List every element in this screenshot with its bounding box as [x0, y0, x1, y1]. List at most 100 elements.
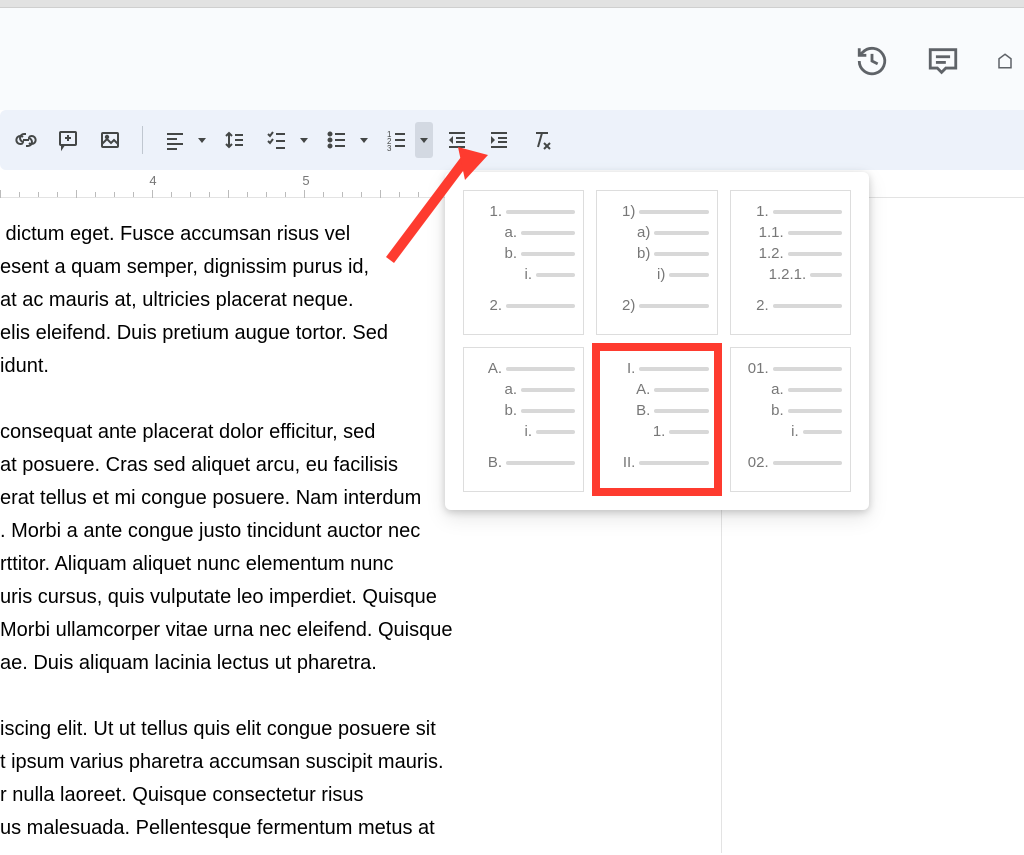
preset-line-placeholder	[773, 461, 842, 465]
preset-line-placeholder	[536, 273, 575, 277]
numbered-list-split-button[interactable]: 1 2 3	[379, 122, 433, 158]
preset-line-placeholder	[788, 231, 842, 235]
text-line[interactable]: uris cursus, quis vulputate leo imperdie…	[0, 581, 1024, 614]
preset-line-placeholder	[521, 388, 575, 392]
add-comment-button[interactable]	[50, 122, 86, 158]
preset-line-placeholder	[773, 304, 842, 308]
preset-level-label: 01.	[739, 360, 769, 377]
preset-level-label: i.	[502, 266, 532, 283]
line-spacing-icon	[223, 128, 247, 152]
text-line[interactable]: r nulla laoreet. Quisque consectetur ris…	[0, 779, 1024, 812]
share-partial-icon	[996, 44, 1014, 78]
align-icon	[163, 128, 187, 152]
checklist-icon	[265, 128, 289, 152]
align-split-button[interactable]	[157, 122, 211, 158]
image-icon	[98, 128, 122, 152]
share-partial-button[interactable]	[996, 43, 1014, 79]
preset-level-label: i)	[635, 266, 665, 283]
checklist-caret[interactable]	[295, 122, 313, 158]
preset-level-label: i.	[769, 423, 799, 440]
comments-icon	[926, 44, 960, 78]
preset-level-label: 1.2.	[754, 245, 784, 262]
svg-text:3: 3	[387, 144, 392, 152]
numbered-list-presets-panel: 1.a.b.i.2.1)a)b)i)2)1.1.1.1.2.1.2.1.2.A.…	[445, 172, 869, 510]
preset-level-label: 1.	[472, 203, 502, 220]
list-preset-preset-A-a-i[interactable]: A.a.b.i.B.	[463, 347, 584, 492]
history-button[interactable]	[854, 43, 890, 79]
preset-line-placeholder	[639, 461, 708, 465]
preset-level-label: B.	[620, 402, 650, 419]
bulleted-caret[interactable]	[355, 122, 373, 158]
preset-level-label: 1.	[635, 423, 665, 440]
preset-line-placeholder	[788, 252, 842, 256]
numbered-list-icon: 1 2 3	[385, 128, 409, 152]
preset-line-placeholder	[788, 409, 842, 413]
text-line[interactable]: Morbi ullamcorper vitae urna nec eleifen…	[0, 614, 1024, 647]
preset-level-label: b.	[754, 402, 784, 419]
decrease-indent-button[interactable]	[439, 122, 475, 158]
preset-line-placeholder	[654, 231, 708, 235]
chrome-top-strip	[0, 0, 1024, 8]
increase-indent-button[interactable]	[481, 122, 517, 158]
preset-line-placeholder	[654, 252, 708, 256]
text-line[interactable]	[0, 680, 1024, 713]
caret-down-icon	[360, 138, 368, 143]
preset-line-placeholder	[639, 304, 708, 308]
preset-line-placeholder	[506, 367, 575, 371]
caret-down-icon	[420, 138, 428, 143]
text-line[interactable]: rttitor. Aliquam aliquet nunc elementum …	[0, 548, 1024, 581]
bulleted-list-split-button[interactable]	[319, 122, 373, 158]
list-preset-preset-legal[interactable]: 1.1.1.1.2.1.2.1.2.	[730, 190, 851, 335]
preset-level-label: A.	[472, 360, 502, 377]
ruler-label: 5	[302, 173, 309, 188]
line-spacing-button[interactable]	[217, 122, 253, 158]
numbered-list-dropdown-caret[interactable]	[415, 122, 433, 158]
preset-level-label: A.	[620, 381, 650, 398]
preset-line-placeholder	[669, 430, 708, 434]
comments-button[interactable]	[925, 43, 961, 79]
list-preset-preset-1-a-i[interactable]: 1.a.b.i.2.	[463, 190, 584, 335]
align-caret[interactable]	[193, 122, 211, 158]
preset-level-label: b.	[487, 245, 517, 262]
formatting-toolbar: 1 2 3	[0, 110, 1024, 170]
insert-image-button[interactable]	[92, 122, 128, 158]
preset-line-placeholder	[788, 388, 842, 392]
preset-level-label: i.	[502, 423, 532, 440]
preset-line-placeholder	[536, 430, 575, 434]
preset-line-placeholder	[810, 273, 842, 277]
preset-line-placeholder	[654, 409, 708, 413]
preset-line-placeholder	[506, 461, 575, 465]
preset-level-label: 1)	[605, 203, 635, 220]
increase-indent-icon	[487, 128, 511, 152]
preset-level-label: 1.2.1.	[769, 266, 807, 283]
preset-line-placeholder	[803, 430, 842, 434]
preset-line-placeholder	[521, 231, 575, 235]
list-preset-preset-01[interactable]: 01.a.b.i.02.	[730, 347, 851, 492]
preset-line-placeholder	[773, 367, 842, 371]
preset-level-label: a.	[487, 224, 517, 241]
preset-line-placeholder	[639, 367, 708, 371]
preset-line-placeholder	[669, 273, 708, 277]
preset-line-placeholder	[773, 210, 842, 214]
text-line[interactable]: us malesuada. Pellentesque fermentum met…	[0, 812, 1024, 845]
ruler-label: 4	[149, 173, 156, 188]
preset-level-label: a.	[487, 381, 517, 398]
preset-line-placeholder	[654, 388, 708, 392]
preset-level-label: 1.	[739, 203, 769, 220]
preset-line-placeholder	[506, 210, 575, 214]
preset-level-label: I.	[605, 360, 635, 377]
preset-line-placeholder	[521, 409, 575, 413]
decrease-indent-icon	[445, 128, 469, 152]
checklist-split-button[interactable]	[259, 122, 313, 158]
text-line[interactable]: ae. Duis aliquam lacinia lectus ut phare…	[0, 647, 1024, 680]
list-preset-preset-1paren[interactable]: 1)a)b)i)2)	[596, 190, 717, 335]
preset-level-label: B.	[472, 454, 502, 471]
insert-link-button[interactable]	[8, 122, 44, 158]
list-preset-preset-roman[interactable]: I.A.B.1.II.	[596, 347, 717, 492]
text-line[interactable]: iscing elit. Ut ut tellus quis elit cong…	[0, 713, 1024, 746]
text-line[interactable]: t ipsum varius pharetra accumsan suscipi…	[0, 746, 1024, 779]
text-line[interactable]: . Morbi a ante congue justo tincidunt au…	[0, 515, 1024, 548]
preset-line-placeholder	[639, 210, 708, 214]
preset-level-label: a.	[754, 381, 784, 398]
clear-formatting-button[interactable]	[523, 122, 559, 158]
